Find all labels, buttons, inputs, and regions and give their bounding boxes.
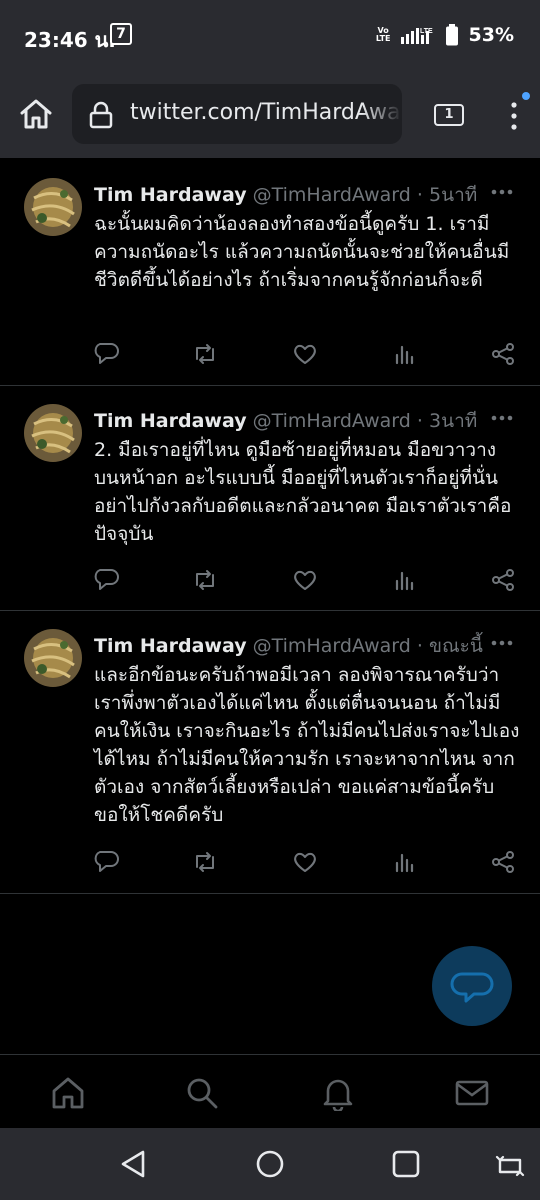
separator: · bbox=[416, 410, 423, 432]
display-name[interactable]: Tim Hardaway bbox=[94, 635, 247, 657]
search-icon[interactable] bbox=[184, 1075, 220, 1111]
home-icon[interactable] bbox=[50, 1075, 86, 1111]
timestamp[interactable]: ขณะนี้ bbox=[429, 635, 483, 657]
avatar-image bbox=[24, 629, 82, 687]
handle[interactable]: @TimHardAward bbox=[253, 410, 411, 432]
update-badge-icon bbox=[522, 92, 530, 100]
tweet-actions bbox=[94, 567, 516, 595]
share-icon[interactable] bbox=[490, 849, 516, 875]
tweet-header: Tim Hardaway @TimHardAward · 5นาที bbox=[94, 180, 477, 210]
notifications-icon[interactable] bbox=[320, 1075, 356, 1111]
separator: · bbox=[416, 635, 423, 657]
display-name[interactable]: Tim Hardaway bbox=[94, 184, 247, 206]
system-navigation bbox=[0, 1128, 540, 1200]
browser-toolbar: twitter.com/TimHardAward 1 bbox=[0, 76, 540, 158]
separator: · bbox=[416, 184, 423, 206]
tweet-text: และอีกข้อนะครับถ้าพอมีเวลา ลองพิจารณาครั… bbox=[94, 664, 520, 826]
avatar-image bbox=[24, 404, 82, 462]
store-badge-icon: 7 bbox=[110, 23, 132, 45]
tweet[interactable]: Tim Hardaway @TimHardAward · 5นาที ฉะนั้… bbox=[0, 158, 540, 386]
volte-bottom: LTE bbox=[375, 34, 391, 43]
avatar[interactable] bbox=[24, 629, 82, 687]
browser-home-icon[interactable] bbox=[18, 96, 54, 132]
recents-icon[interactable] bbox=[390, 1148, 422, 1180]
address-bar[interactable]: twitter.com/TimHardAward bbox=[72, 84, 402, 144]
tweet-header: Tim Hardaway @TimHardAward · ขณะนี้ bbox=[94, 631, 483, 661]
display-name[interactable]: Tim Hardaway bbox=[94, 410, 247, 432]
reply-icon[interactable] bbox=[94, 341, 120, 367]
home-circle-icon[interactable] bbox=[254, 1148, 286, 1180]
tweet-text: ฉะนั้นผมคิดว่าน้องลองทำสองข้อนี้ดูครับ 1… bbox=[94, 213, 510, 291]
browser-menu-icon[interactable] bbox=[504, 96, 524, 136]
tweet-text: 2. มือเราอยู่ที่ไหน ดูมือซ้ายอยู่ที่หมอน… bbox=[94, 439, 512, 545]
handle[interactable]: @TimHardAward bbox=[253, 635, 411, 657]
back-icon[interactable] bbox=[118, 1148, 150, 1180]
bottom-navigation bbox=[0, 1054, 540, 1129]
avatar[interactable] bbox=[24, 178, 82, 236]
tweet-actions bbox=[94, 341, 516, 369]
compose-button[interactable] bbox=[432, 946, 512, 1026]
status-indicators: Vo LTE LTE 53% bbox=[376, 24, 514, 46]
tweet-feed: Tim Hardaway @TimHardAward · 5นาที ฉะนั้… bbox=[0, 158, 540, 894]
battery-percent: 53% bbox=[468, 24, 514, 46]
retweet-icon[interactable] bbox=[192, 567, 218, 593]
url-fade bbox=[362, 84, 402, 144]
more-options-icon[interactable] bbox=[490, 414, 514, 422]
status-time: 23:46 น. bbox=[24, 28, 116, 52]
share-icon[interactable] bbox=[490, 567, 516, 593]
messages-icon[interactable] bbox=[454, 1075, 490, 1111]
tweet-actions bbox=[94, 849, 516, 877]
views-icon[interactable] bbox=[392, 849, 418, 875]
views-icon[interactable] bbox=[392, 341, 418, 367]
retweet-icon[interactable] bbox=[192, 341, 218, 367]
like-icon[interactable] bbox=[292, 849, 318, 875]
retweet-icon[interactable] bbox=[192, 849, 218, 875]
share-icon[interactable] bbox=[490, 341, 516, 367]
tweet[interactable]: Tim Hardaway @TimHardAward · 3นาที 2. มื… bbox=[0, 386, 540, 611]
more-options-icon[interactable] bbox=[490, 188, 514, 196]
handle[interactable]: @TimHardAward bbox=[253, 184, 411, 206]
lock-icon bbox=[89, 101, 113, 129]
tab-switcher-button[interactable]: 1 bbox=[434, 104, 464, 126]
like-icon[interactable] bbox=[292, 567, 318, 593]
more-options-icon[interactable] bbox=[490, 639, 514, 647]
tweet[interactable]: Tim Hardaway @TimHardAward · ขณะนี้ และอ… bbox=[0, 611, 540, 894]
reply-icon[interactable] bbox=[94, 849, 120, 875]
rotate-icon[interactable] bbox=[494, 1148, 526, 1180]
battery-icon bbox=[445, 24, 458, 46]
timestamp[interactable]: 3นาที bbox=[429, 410, 477, 432]
tweet-header: Tim Hardaway @TimHardAward · 3นาที bbox=[94, 406, 477, 436]
volte-icon: Vo LTE bbox=[376, 27, 391, 43]
compose-reply-icon bbox=[450, 972, 494, 1003]
reply-icon[interactable] bbox=[94, 567, 120, 593]
like-icon[interactable] bbox=[292, 341, 318, 367]
status-bar: 23:46 น. 7 Vo LTE LTE 53% bbox=[0, 0, 540, 76]
timestamp[interactable]: 5นาที bbox=[429, 184, 477, 206]
signal-icon: LTE bbox=[400, 28, 433, 44]
views-icon[interactable] bbox=[392, 567, 418, 593]
avatar-image bbox=[24, 178, 82, 236]
avatar[interactable] bbox=[24, 404, 82, 462]
